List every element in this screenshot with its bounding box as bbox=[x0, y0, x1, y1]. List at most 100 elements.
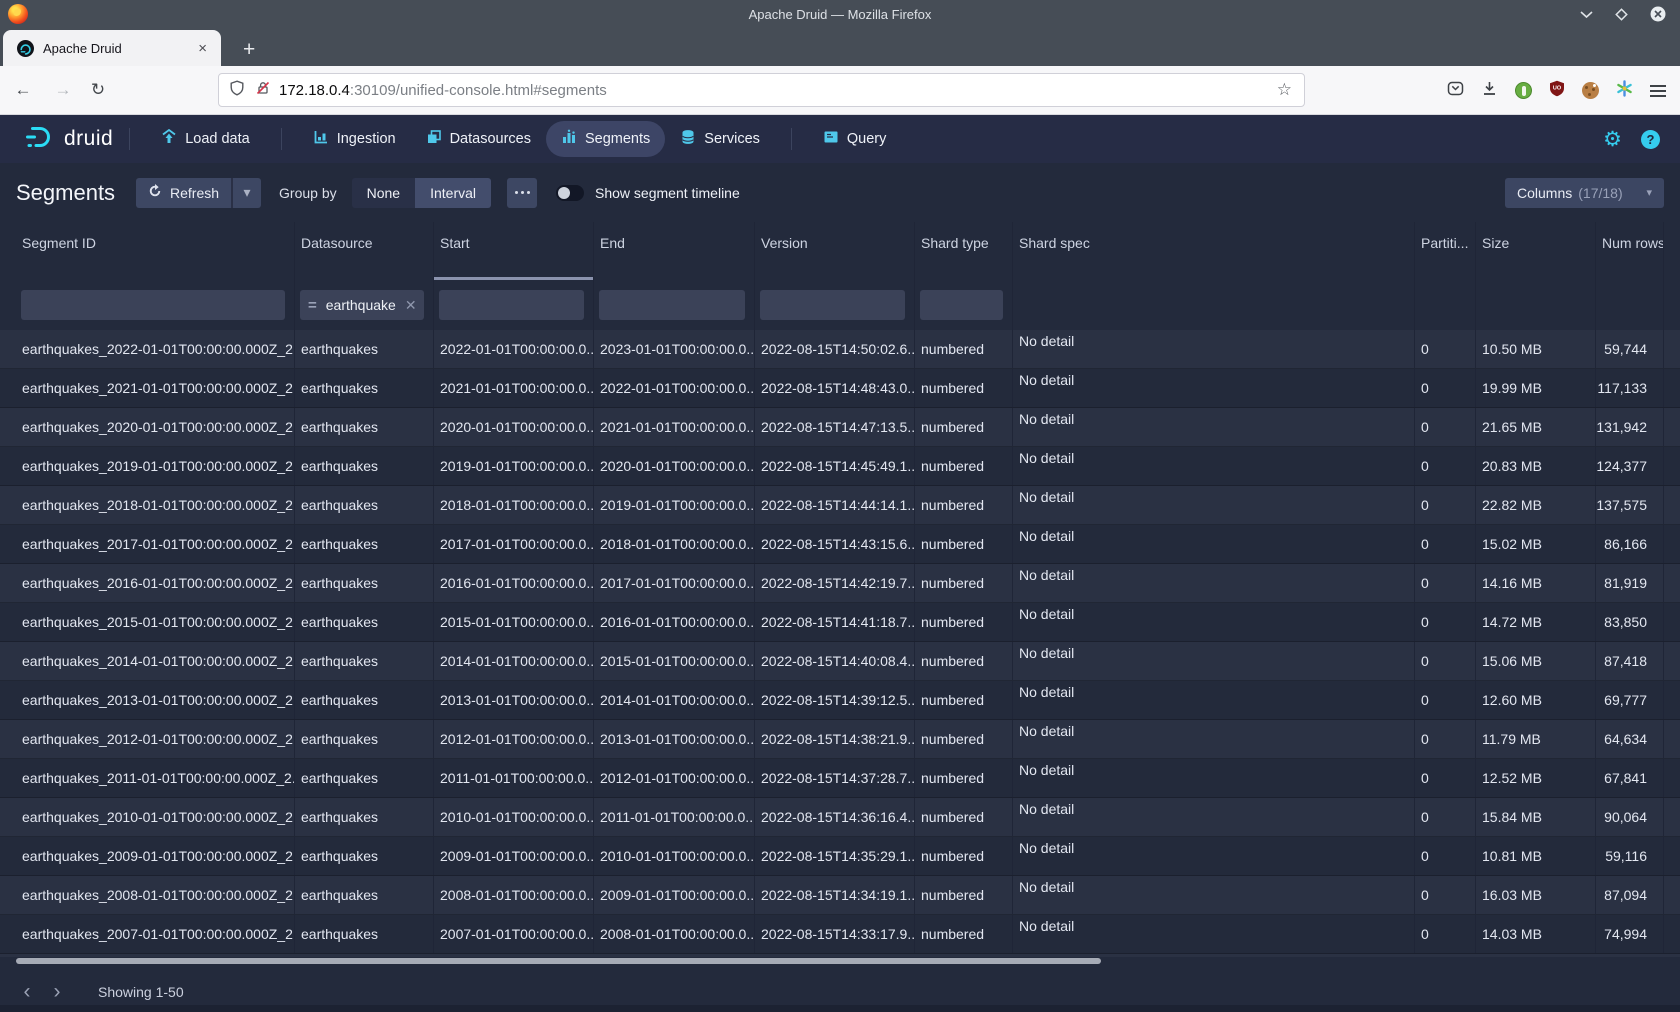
column-header-size[interactable]: Size bbox=[1476, 222, 1596, 280]
table-row[interactable]: earthquakes_2009-01-01T00:00:00.000Z_2..… bbox=[0, 837, 1680, 876]
column-header-partition[interactable]: Partiti... bbox=[1415, 222, 1476, 280]
group-by-none-button[interactable]: None bbox=[352, 178, 415, 208]
cell-partition: 0 bbox=[1415, 525, 1476, 563]
nav-item-load-data[interactable]: Load data bbox=[146, 121, 265, 157]
pocket-icon[interactable] bbox=[1447, 80, 1464, 102]
columns-button[interactable]: Columns (17/18) ▾ bbox=[1505, 178, 1664, 208]
shield-icon[interactable] bbox=[229, 80, 245, 101]
end-filter-input[interactable] bbox=[599, 290, 745, 320]
gear-icon[interactable]: ⚙ bbox=[1603, 129, 1622, 150]
column-header-filler bbox=[1664, 222, 1680, 280]
horizontal-scrollbar[interactable] bbox=[0, 957, 1680, 965]
table-row[interactable]: earthquakes_2017-01-01T00:00:00.000Z_2..… bbox=[0, 525, 1680, 564]
new-tab-button[interactable]: + bbox=[235, 38, 263, 66]
refresh-button[interactable]: Refresh bbox=[136, 178, 231, 208]
more-options-button[interactable] bbox=[507, 178, 537, 208]
table-row[interactable]: earthquakes_2012-01-01T00:00:00.000Z_2..… bbox=[0, 720, 1680, 759]
table-row[interactable]: earthquakes_2010-01-01T00:00:00.000Z_2..… bbox=[0, 798, 1680, 837]
column-header-num-rows[interactable]: Num rows bbox=[1596, 222, 1664, 280]
window-maximize-icon[interactable] bbox=[1615, 8, 1628, 21]
nav-item-services[interactable]: Services bbox=[665, 121, 775, 157]
column-header-end[interactable]: End bbox=[594, 222, 755, 280]
scrollbar-thumb[interactable] bbox=[16, 958, 1101, 964]
extension-asterisk-icon[interactable] bbox=[1616, 80, 1633, 102]
table-row[interactable]: earthquakes_2007-01-01T00:00:00.000Z_2..… bbox=[0, 915, 1680, 954]
table-row[interactable]: earthquakes_2015-01-01T00:00:00.000Z_2..… bbox=[0, 603, 1680, 642]
cell-version: 2022-08-15T14:37:28.7... bbox=[755, 759, 915, 797]
shard-type-filter-input[interactable] bbox=[920, 290, 1003, 320]
nav-item-label: Ingestion bbox=[337, 131, 396, 147]
bottom-strip bbox=[0, 1005, 1680, 1012]
filter-cell bbox=[434, 280, 594, 330]
segment-timeline-toggle[interactable] bbox=[556, 185, 584, 201]
table-body: earthquakes_2022-01-01T00:00:00.000Z_2..… bbox=[0, 330, 1680, 957]
table-row[interactable]: earthquakes_2022-01-01T00:00:00.000Z_2..… bbox=[0, 330, 1680, 369]
table-row[interactable]: earthquakes_2020-01-01T00:00:00.000Z_2..… bbox=[0, 408, 1680, 447]
table-row[interactable]: earthquakes_2008-01-01T00:00:00.000Z_2..… bbox=[0, 876, 1680, 915]
back-icon[interactable]: ← bbox=[7, 80, 39, 100]
nav-item-ingestion[interactable]: Ingestion bbox=[298, 121, 411, 157]
cell-segment-id: earthquakes_2013-01-01T00:00:00.000Z_2..… bbox=[16, 681, 295, 719]
column-header-start[interactable]: Start bbox=[434, 222, 594, 280]
druid-favicon-icon bbox=[17, 40, 34, 57]
table-row[interactable]: earthquakes_2014-01-01T00:00:00.000Z_2..… bbox=[0, 642, 1680, 681]
cell-filler bbox=[1664, 486, 1680, 524]
filter-cell bbox=[594, 280, 755, 330]
nav-item-query[interactable]: Query bbox=[808, 121, 902, 157]
url-path: :30109/unified-console.html#segments bbox=[350, 82, 607, 99]
reload-icon[interactable]: ↻ bbox=[82, 80, 114, 100]
bookmark-star-icon[interactable]: ☆ bbox=[1275, 80, 1294, 100]
segment-id-filter-input[interactable] bbox=[21, 290, 285, 320]
next-page-button[interactable]: › bbox=[42, 981, 72, 1002]
lock-slash-icon[interactable] bbox=[255, 80, 271, 101]
column-header-version[interactable]: Version bbox=[755, 222, 915, 280]
cell-version: 2022-08-15T14:47:13.5... bbox=[755, 408, 915, 446]
table-row[interactable]: earthquakes_2018-01-01T00:00:00.000Z_2..… bbox=[0, 486, 1680, 525]
tab-apache-druid[interactable]: Apache Druid × bbox=[3, 30, 221, 66]
cell-datasource: earthquakes bbox=[295, 642, 434, 680]
remove-tag-icon[interactable]: ✕ bbox=[405, 297, 417, 314]
download-icon[interactable] bbox=[1481, 80, 1498, 102]
filter-cell bbox=[755, 280, 915, 330]
table-row[interactable]: earthquakes_2021-01-01T00:00:00.000Z_2..… bbox=[0, 369, 1680, 408]
window-minimize-icon[interactable] bbox=[1580, 10, 1593, 19]
help-icon[interactable]: ? bbox=[1641, 130, 1660, 149]
cell-shard-spec: No detail bbox=[1013, 330, 1415, 368]
filter-cell bbox=[1013, 280, 1415, 330]
cell-partition: 0 bbox=[1415, 876, 1476, 914]
cell-filler bbox=[1664, 642, 1680, 680]
table-row[interactable]: earthquakes_2019-01-01T00:00:00.000Z_2..… bbox=[0, 447, 1680, 486]
cell-end: 2015-01-01T00:00:00.0... bbox=[594, 642, 755, 680]
datasource-filter[interactable]: = earthquake ✕ bbox=[300, 290, 424, 320]
cell-size: 10.81 MB bbox=[1476, 837, 1596, 875]
refresh-dropdown-button[interactable]: ▾ bbox=[231, 178, 261, 208]
table-row[interactable]: earthquakes_2013-01-01T00:00:00.000Z_2..… bbox=[0, 681, 1680, 720]
start-filter-input[interactable] bbox=[439, 290, 584, 320]
column-header-shard-type[interactable]: Shard type bbox=[915, 222, 1013, 280]
nav-item-datasources[interactable]: Datasources bbox=[411, 121, 546, 157]
url-input[interactable]: 172.18.0.4:30109/unified-console.html#se… bbox=[218, 73, 1305, 107]
column-header-datasource[interactable]: Datasource bbox=[295, 222, 434, 280]
table-row[interactable]: earthquakes_2016-01-01T00:00:00.000Z_2..… bbox=[0, 564, 1680, 603]
forward-icon[interactable]: → bbox=[47, 80, 79, 100]
version-filter-input[interactable] bbox=[760, 290, 905, 320]
table-row[interactable]: earthquakes_2011-01-01T00:00:00.000Z_2..… bbox=[0, 759, 1680, 798]
nav-item-segments[interactable]: Segments bbox=[546, 121, 665, 157]
cell-shard-type: numbered bbox=[915, 330, 1013, 368]
cell-size: 16.03 MB bbox=[1476, 876, 1596, 914]
column-header-segment-id[interactable]: Segment ID bbox=[16, 222, 295, 280]
group-by-label: Group by bbox=[279, 185, 337, 201]
brand-text: druid bbox=[64, 127, 113, 151]
menu-icon[interactable] bbox=[1650, 85, 1666, 97]
column-header-shard-spec[interactable]: Shard spec bbox=[1013, 222, 1415, 280]
close-tab-icon[interactable]: × bbox=[194, 40, 211, 57]
cell-datasource: earthquakes bbox=[295, 876, 434, 914]
group-by-interval-button[interactable]: Interval bbox=[415, 178, 491, 208]
cookie-icon[interactable] bbox=[1582, 82, 1599, 99]
window-close-icon[interactable] bbox=[1650, 6, 1666, 22]
druid-logo[interactable]: druid bbox=[24, 122, 113, 157]
previous-page-button[interactable]: ‹ bbox=[12, 981, 42, 1002]
cell-segment-id: earthquakes_2007-01-01T00:00:00.000Z_2..… bbox=[16, 915, 295, 953]
privacy-badger-icon[interactable] bbox=[1515, 82, 1532, 99]
ublock-icon[interactable]: UO bbox=[1549, 80, 1565, 102]
